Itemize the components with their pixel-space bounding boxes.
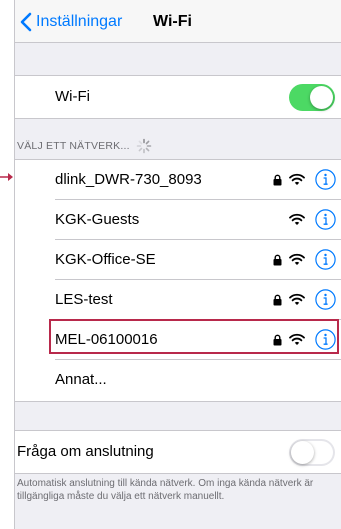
network-row[interactable]: dlink_DWR-730_8093 [15,160,341,200]
networks-section-header: VÄLJ ETT NÄTVERK... [17,138,152,154]
back-button[interactable]: Inställningar [19,11,122,33]
wifi-switch[interactable] [289,84,335,111]
lock-icon [273,254,282,266]
network-row[interactable]: KGK-Guests [15,200,341,240]
network-name: MEL-06100016 [55,331,158,348]
network-name: dlink_DWR-730_8093 [55,171,202,188]
info-icon[interactable] [315,329,336,350]
info-icon[interactable] [315,249,336,270]
wifi-switch-knob [310,86,333,109]
lock-icon [273,174,282,186]
ask-to-join-switch[interactable] [289,439,335,466]
wifi-toggle-label: Wi-Fi [55,88,90,105]
ask-to-join-label: Fråga om anslutning [17,443,154,460]
wifi-toggle-row: Wi-Fi [15,75,341,119]
network-row[interactable]: KGK-Office-SE [15,240,341,280]
ask-to-join-switch-knob [291,441,314,464]
back-button-label: Inställningar [36,13,123,30]
wifi-icon [289,213,305,225]
wifi-icon [289,253,305,265]
network-name: LES-test [55,291,113,308]
other-network-row[interactable]: Annat... [15,360,341,400]
spinner-icon [136,138,152,154]
settings-screen: Inställningar Wi-Fi Wi-Fi VÄLJ ETT NÄTVE… [14,0,341,529]
network-name: KGK-Guests [55,211,140,228]
other-network-label: Annat... [55,371,107,388]
networks-list: dlink_DWR-730_8093 KGK-Guests KGK-Office… [15,159,341,402]
info-icon[interactable] [315,289,336,310]
network-row-selected[interactable]: MEL-06100016 [15,320,341,360]
page-title: Wi-Fi [153,13,192,30]
wifi-icon [289,333,305,345]
navigation-bar: Inställningar Wi-Fi [15,0,341,43]
wifi-icon [289,293,305,305]
wifi-icon [289,173,305,185]
ask-to-join-footer: Automatisk anslutning till kända nätverk… [17,478,314,502]
lock-icon [273,334,282,346]
info-icon[interactable] [315,209,336,230]
network-name: KGK-Office-SE [55,251,156,268]
network-row[interactable]: LES-test [15,280,341,320]
lock-icon [273,294,282,306]
ask-to-join-row: Fråga om anslutning [15,430,341,474]
info-icon[interactable] [315,169,336,190]
networks-header-label: VÄLJ ETT NÄTVERK... [17,140,130,152]
chevron-left-icon [20,12,32,32]
arrow-right-icon [0,173,13,181]
